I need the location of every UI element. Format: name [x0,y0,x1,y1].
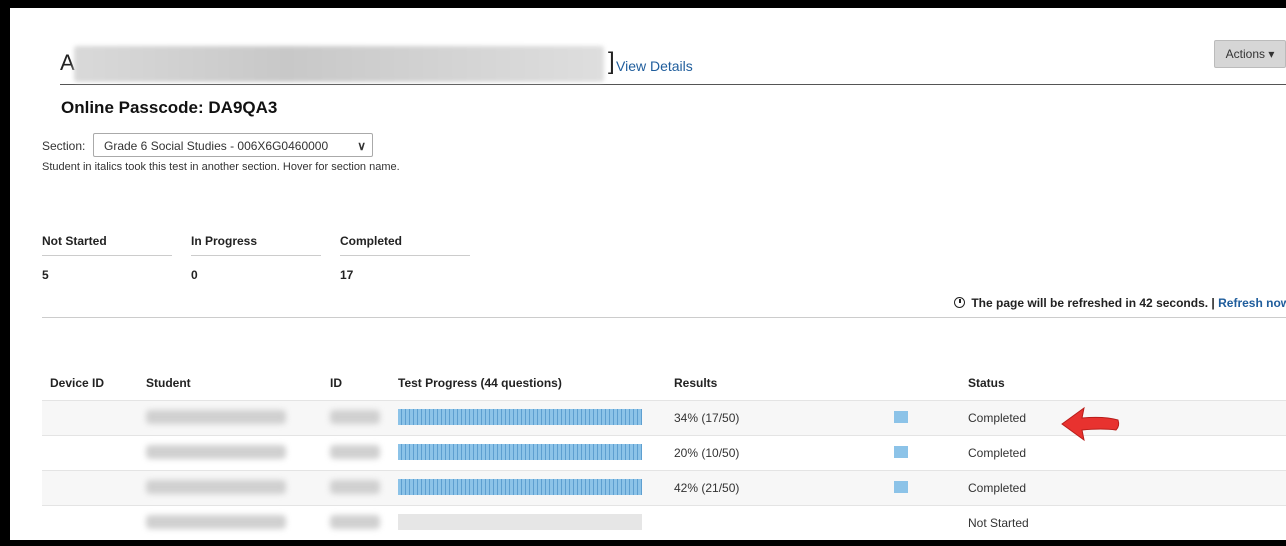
page-frame: A ] View Details Actions ▾ Online Passco… [10,8,1286,540]
refresh-now-link[interactable]: Refresh now [1218,296,1286,310]
result-value: 42% (21/50) [674,481,740,495]
test-title-bracket: ] [608,48,615,75]
divider [42,317,1286,318]
section-selected-value: Grade 6 Social Studies - 006X6G0460000 [104,139,329,153]
test-progress-bar [398,479,642,495]
passcode-value: DA9QA3 [208,98,278,117]
section-note: Student in italics took this test in ano… [42,161,400,173]
stat-value: 17 [340,268,354,282]
test-title-row: A ] View Details Actions ▾ [60,40,1286,85]
column-header[interactable]: Test Progress (44 questions) [398,376,562,390]
student-name-redacted [146,410,286,424]
section-label: Section: [42,139,86,153]
view-details-link[interactable]: View Details [616,58,693,74]
result-color-swatch [894,481,908,493]
student-id-redacted [330,480,380,494]
column-header[interactable]: Status [968,376,1005,390]
test-progress-bar [398,444,642,460]
student-name-redacted [146,480,286,494]
student-name-redacted [146,515,286,529]
actions-button[interactable]: Actions ▾ [1214,40,1286,68]
table-row[interactable]: Not Started [42,506,1286,540]
student-table: Device ID Student ID Test Progress (44 q… [42,376,1286,540]
student-id-redacted [330,445,380,459]
status-value: Not Started [968,516,1029,530]
stat-value: 5 [42,268,49,282]
progress-fill [398,409,642,425]
status-value: Completed [968,411,1027,425]
refresh-notice: The page will be refreshed in 42 seconds… [954,296,1286,310]
stat-label: Not Started [42,234,172,256]
result-color-swatch [894,446,908,458]
arrow-shape [1061,406,1120,442]
table-header: Device ID Student ID Test Progress (44 q… [42,376,1286,401]
online-passcode: Online Passcode: DA9QA3 [61,98,277,118]
stat-value: 0 [191,268,198,282]
test-progress-bar [398,514,642,530]
student-name-redacted [146,445,286,459]
result-value: 34% (17/50) [674,411,740,425]
student-id-redacted [330,515,380,529]
student-id-redacted [330,410,380,424]
red-arrow-icon [1061,406,1120,442]
clock-icon [954,297,965,308]
result-color-swatch [894,411,908,423]
stat-not-started: Not Started 5 [42,234,172,282]
column-header[interactable]: Results [674,376,717,390]
progress-fill [398,444,642,460]
stat-in-progress: In Progress 0 [191,234,321,282]
chevron-down-icon: ∨ [357,139,366,153]
column-header[interactable]: ID [330,376,342,390]
table-row[interactable]: 42% (21/50) Completed [42,471,1286,506]
column-header[interactable]: Device ID [50,376,104,390]
section-select[interactable]: Grade 6 Social Studies - 006X6G0460000 ∨ [93,133,373,157]
stat-label: In Progress [191,234,321,256]
test-title-initial: A [60,50,75,75]
test-title-redacted [74,46,604,82]
refresh-message: The page will be refreshed in 42 seconds… [971,296,1215,310]
result-value: 20% (10/50) [674,446,740,460]
test-progress-bar [398,409,642,425]
column-header[interactable]: Student [146,376,191,390]
passcode-label: Online Passcode: [61,98,204,117]
status-value: Completed [968,446,1027,460]
stat-label: Completed [340,234,470,256]
stat-completed: Completed 17 [340,234,470,282]
status-value: Completed [968,481,1027,495]
progress-fill [398,479,642,495]
